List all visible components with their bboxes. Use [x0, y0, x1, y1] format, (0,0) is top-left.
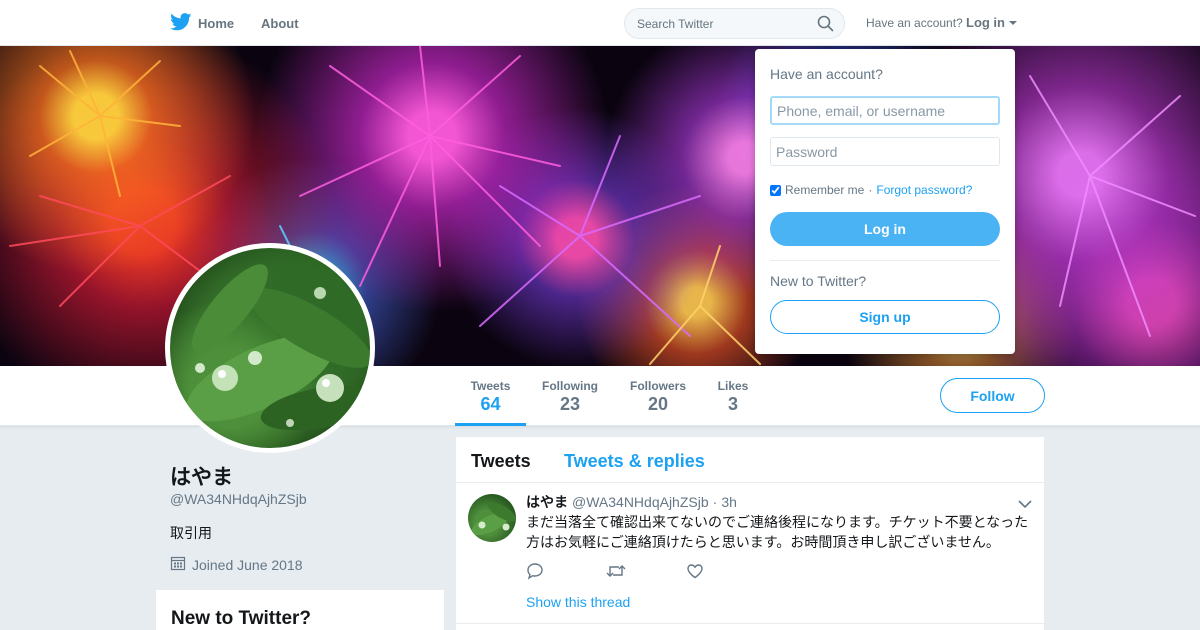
- remember-me-checkbox[interactable]: [770, 184, 781, 196]
- nav-about-link[interactable]: About: [261, 0, 299, 46]
- stat-likes[interactable]: Likes 3: [714, 366, 752, 426]
- search-icon[interactable]: [817, 15, 834, 37]
- login-dropdown-toggle[interactable]: Log in: [966, 15, 1017, 30]
- stat-label: Followers: [629, 379, 686, 393]
- like-heart-icon[interactable]: [686, 562, 706, 582]
- tweet-separator: ·: [712, 494, 718, 510]
- retweet-icon[interactable]: [606, 562, 626, 582]
- login-button[interactable]: Log in: [770, 212, 1000, 246]
- follow-button[interactable]: Follow: [940, 378, 1045, 413]
- signup-button[interactable]: Sign up: [770, 300, 1000, 334]
- tweet-timestamp[interactable]: 3h: [721, 494, 737, 510]
- stat-label: Following: [542, 379, 598, 393]
- nav-home-label: Home: [198, 15, 235, 31]
- timeline-tabs: Tweets Tweets & replies: [456, 437, 1044, 483]
- tweet-actions: [526, 562, 706, 582]
- signup-promo-card: New to Twitter?: [156, 590, 444, 630]
- new-to-twitter-heading: New to Twitter?: [770, 273, 867, 289]
- signup-promo-title: New to Twitter?: [171, 608, 312, 629]
- tweet[interactable]: はやま @WA34NHdqAjhZSjb · 3h まだ当落全て確認出来てないの…: [456, 484, 1044, 624]
- account-prompt: Have an account?: [866, 16, 963, 30]
- username-field[interactable]: [770, 96, 1000, 125]
- twitter-bird-icon: [170, 12, 192, 34]
- stat-value: 64: [480, 394, 501, 414]
- tweet-author-handle[interactable]: @WA34NHdqAjhZSjb: [572, 494, 709, 510]
- tweet-text: まだ当落全て確認出来てないのでご連絡後程になります。チケット不要となった方はお気…: [526, 514, 1029, 550]
- tab-tweets[interactable]: Tweets: [471, 451, 531, 472]
- stat-label: Tweets: [470, 379, 511, 393]
- remember-me-row: Remember me · Forgot password?: [770, 183, 972, 197]
- tweet-header: はやま @WA34NHdqAjhZSjb · 3h: [526, 492, 737, 512]
- stat-following[interactable]: Following 23: [540, 366, 600, 426]
- tweet-author-name[interactable]: はやま: [526, 492, 568, 512]
- profile-avatar[interactable]: [165, 243, 375, 453]
- leaf-dewdrop-image: [186, 264, 370, 431]
- password-field[interactable]: [770, 137, 1000, 166]
- top-nav-bar: Home About Have an account? Log in: [0, 0, 1200, 46]
- reply-icon[interactable]: [526, 562, 546, 582]
- stat-tweets[interactable]: Tweets 64: [455, 366, 526, 426]
- stat-value: 3: [727, 394, 738, 414]
- profile-bio: 取引用: [170, 525, 212, 541]
- joined-date: Joined June 2018: [192, 556, 303, 573]
- profile-name[interactable]: はやま: [170, 461, 233, 491]
- tweet-avatar[interactable]: [468, 494, 516, 542]
- login-dropdown-heading: Have an account?: [770, 66, 883, 82]
- stat-label: Likes: [717, 379, 749, 393]
- search-box: [624, 8, 845, 39]
- login-toggle-label: Log in: [966, 15, 1005, 30]
- stat-value: 20: [647, 394, 669, 414]
- profile-joined-row: Joined June 2018: [170, 555, 303, 574]
- nav-home-link[interactable]: Home: [170, 0, 234, 46]
- show-thread-link[interactable]: Show this thread: [526, 594, 630, 610]
- profile-handle[interactable]: @WA34NHdqAjhZSjb: [170, 491, 307, 507]
- forgot-password-link[interactable]: Forgot password?: [876, 183, 972, 197]
- timeline: Tweets Tweets & replies はやま @WA34NHdqAjh…: [456, 437, 1044, 630]
- remember-separator: ·: [868, 183, 873, 197]
- calendar-icon: [170, 555, 186, 574]
- caret-down-icon: [1009, 20, 1017, 25]
- tab-tweets-replies[interactable]: Tweets & replies: [564, 451, 705, 472]
- stat-followers[interactable]: Followers 20: [627, 366, 689, 426]
- search-input[interactable]: [637, 9, 817, 38]
- dropdown-divider: [770, 260, 1000, 261]
- stat-value: 23: [559, 394, 581, 414]
- login-dropdown: Have an account? Remember me · Forgot pa…: [755, 49, 1015, 354]
- remember-me-label[interactable]: Remember me: [785, 183, 864, 197]
